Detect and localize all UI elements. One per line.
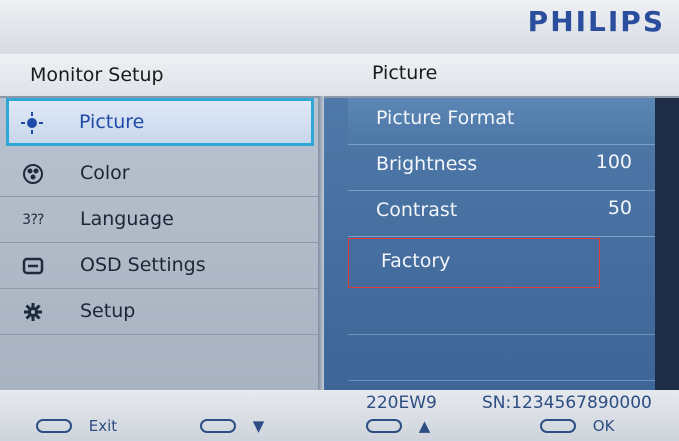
picture-icon [21,112,43,134]
down-key-icon [200,418,236,433]
osd-screen: PHILIPS Monitor Setup Picture Picture Co… [0,0,679,441]
exit-button[interactable]: Exit [36,416,118,435]
ok-key-icon [540,418,576,433]
submenu-item-label: Picture Format [376,107,515,129]
menu-item-label: OSD Settings [80,254,206,276]
exit-label: Exit [88,416,118,435]
menu-item-label: Picture [79,111,145,133]
down-arrow-icon: ▼ [252,416,265,435]
brightness-value: 100 [595,151,632,173]
menu-header-title: Monitor Setup [30,64,164,86]
exit-key-icon [36,418,72,433]
contrast-value: 50 [607,197,632,219]
ok-label: OK [592,416,615,435]
color-icon [22,163,44,185]
main-menu: Picture Color 3⁇ Language OSD Settings S… [0,98,322,390]
up-button[interactable]: ▲ [366,416,431,435]
menu-item-picture[interactable]: Picture [6,98,314,146]
menu-item-color[interactable]: Color [0,152,318,197]
menu-item-label: Color [80,162,130,184]
menu-header: Monitor Setup [0,54,322,98]
language-icon: 3⁇ [22,212,44,228]
submenu-item-factory[interactable]: Factory [348,238,600,288]
submenu-item-brightness[interactable]: Brightness 100 [348,144,660,191]
footer-bar: 220EW9 SN:1234567890000 Exit ▼ ▲ OK [0,390,679,441]
menu-item-language[interactable]: 3⁇ Language [0,198,318,243]
down-button[interactable]: ▼ [200,416,265,435]
osd-icon [22,255,44,277]
ok-button[interactable]: OK [540,416,615,435]
model-number: 220EW9 [366,393,437,413]
submenu-header: Picture [322,54,679,98]
setup-icon [22,301,44,323]
submenu-item-label: Brightness [376,153,478,175]
submenu-item-label: Contrast [376,199,458,221]
brand-logo: PHILIPS [527,5,665,38]
menu-item-setup[interactable]: Setup [0,290,318,335]
menu-item-label: Setup [80,300,136,322]
submenu-item-label: Factory [381,250,451,272]
submenu-item-contrast[interactable]: Contrast 50 [348,190,660,237]
submenu-empty-row [348,334,660,381]
serial-number: SN:1234567890000 [482,393,652,413]
submenu-empty-row [348,288,660,335]
top-bar: PHILIPS [0,0,679,48]
submenu-panel: Picture Format Brightness 100 Contrast 5… [324,98,679,390]
screen-edge [655,98,679,390]
submenu-item-picture-format[interactable]: Picture Format [348,98,660,145]
up-key-icon [366,418,402,433]
menu-item-osd-settings[interactable]: OSD Settings [0,244,318,289]
submenu-header-title: Picture [372,62,438,84]
up-arrow-icon: ▲ [418,416,431,435]
menu-item-label: Language [80,208,174,230]
